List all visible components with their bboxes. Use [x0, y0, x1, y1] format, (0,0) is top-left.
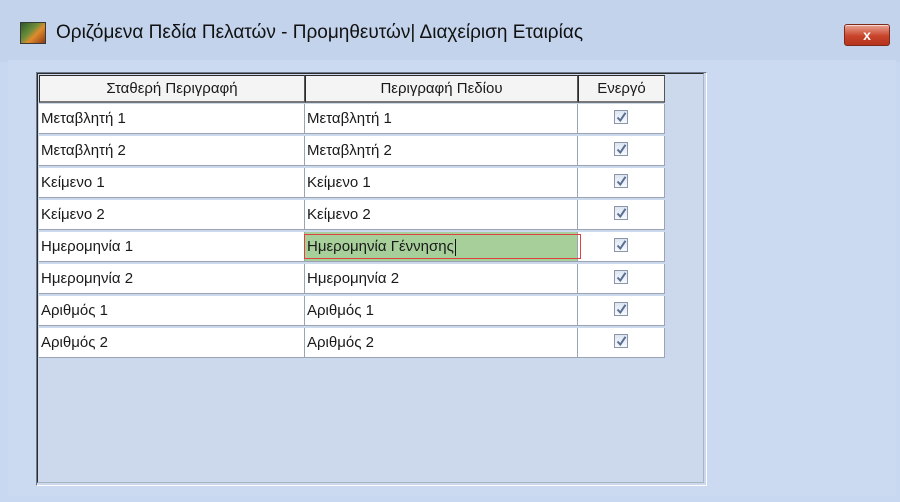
- active-checkbox[interactable]: [614, 270, 628, 284]
- window-title: Οριζόμενα Πεδία Πελατών - Προμηθευτών| Δ…: [56, 22, 583, 43]
- cell-text: Ημερομηνία 2: [307, 270, 400, 287]
- active-checkbox[interactable]: [614, 110, 628, 124]
- cell-fixed-description[interactable]: Ημερομηνία 1: [39, 232, 305, 262]
- active-checkbox[interactable]: [614, 142, 628, 156]
- checkmark-icon: [616, 304, 627, 315]
- checkmark-icon: [616, 240, 627, 251]
- column-header-active[interactable]: Ενεργό: [578, 75, 665, 103]
- table-row[interactable]: Ημερομηνία 2 Ημερομηνία 2: [39, 264, 665, 295]
- column-header-fixed-description[interactable]: Σταθερή Περιγραφή: [39, 75, 305, 103]
- cell-text: Ημερομηνία Γέννησης: [307, 238, 454, 255]
- cell-field-description[interactable]: Κείμενο 1: [305, 168, 578, 198]
- column-header-field-description[interactable]: Περιγραφή Πεδίου: [305, 75, 578, 103]
- cell-text: Κείμενο 1: [307, 174, 371, 191]
- cell-field-description[interactable]: Ημερομηνία 2: [305, 264, 578, 294]
- table-row[interactable]: Μεταβλητή 2 Μεταβλητή 2: [39, 136, 665, 167]
- active-checkbox[interactable]: [614, 238, 628, 252]
- cell-text: Μεταβλητή 1: [307, 110, 392, 127]
- cell-text: Μεταβλητή 2: [307, 142, 392, 159]
- close-button[interactable]: x: [844, 24, 890, 46]
- cell-field-description-editing[interactable]: Ημερομηνία Γέννησης: [305, 232, 578, 262]
- checkmark-icon: [616, 112, 627, 123]
- cell-field-description[interactable]: Αριθμός 1: [305, 296, 578, 326]
- table-row[interactable]: Αριθμός 2 Αριθμός 2: [39, 328, 665, 359]
- active-checkbox[interactable]: [614, 302, 628, 316]
- cell-text: Αριθμός 1: [307, 302, 374, 319]
- cell-field-description[interactable]: Μεταβλητή 1: [305, 104, 578, 134]
- cell-fixed-description[interactable]: Κείμενο 1: [39, 168, 305, 198]
- table-row[interactable]: Κείμενο 1 Κείμενο 1: [39, 168, 665, 199]
- cell-fixed-description[interactable]: Μεταβλητή 1: [39, 104, 305, 134]
- app-icon: [20, 22, 46, 44]
- checkmark-icon: [616, 144, 627, 155]
- title-bar[interactable]: Οριζόμενα Πεδία Πελατών - Προμηθευτών| Δ…: [0, 0, 900, 62]
- table-row[interactable]: Κείμενο 2 Κείμενο 2: [39, 200, 665, 231]
- cell-fixed-description[interactable]: Ημερομηνία 2: [39, 264, 305, 294]
- cell-text: Κείμενο 2: [307, 206, 371, 223]
- table-row[interactable]: Μεταβλητή 1 Μεταβλητή 1: [39, 104, 665, 135]
- checkmark-icon: [616, 272, 627, 283]
- cell-fixed-description[interactable]: Αριθμός 2: [39, 328, 305, 358]
- table-row[interactable]: Ημερομηνία 1 Ημερομηνία Γέννησης: [39, 232, 665, 263]
- active-checkbox[interactable]: [614, 334, 628, 348]
- window: Οριζόμενα Πεδία Πελατών - Προμηθευτών| Δ…: [0, 0, 900, 502]
- table-row[interactable]: Αριθμός 1 Αριθμός 1: [39, 296, 665, 327]
- active-checkbox[interactable]: [614, 206, 628, 220]
- checkmark-icon: [616, 176, 627, 187]
- active-checkbox[interactable]: [614, 174, 628, 188]
- cell-fixed-description[interactable]: Κείμενο 2: [39, 200, 305, 230]
- checkmark-icon: [616, 208, 627, 219]
- cell-field-description[interactable]: Μεταβλητή 2: [305, 136, 578, 166]
- checkmark-icon: [616, 336, 627, 347]
- cell-field-description[interactable]: Κείμενο 2: [305, 200, 578, 230]
- close-icon: x: [863, 27, 871, 43]
- fields-grid: Σταθερή Περιγραφή Περιγραφή Πεδίου Ενεργ…: [36, 72, 707, 486]
- cell-text: Αριθμός 2: [307, 334, 374, 351]
- cell-fixed-description[interactable]: Αριθμός 1: [39, 296, 305, 326]
- text-caret: [454, 238, 456, 256]
- cell-fixed-description[interactable]: Μεταβλητή 2: [39, 136, 305, 166]
- cell-field-description[interactable]: Αριθμός 2: [305, 328, 578, 358]
